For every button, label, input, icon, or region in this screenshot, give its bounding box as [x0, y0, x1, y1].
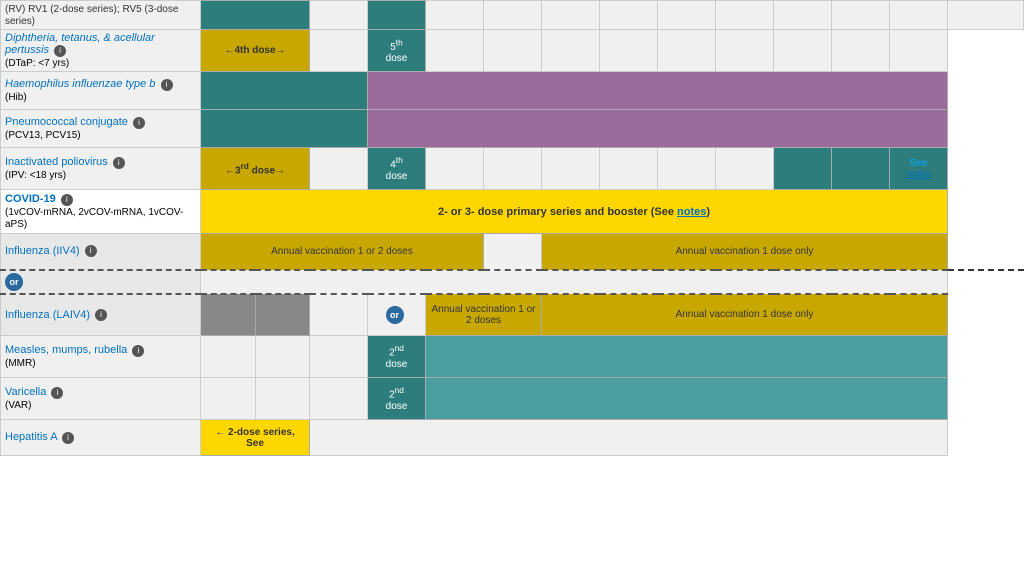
- hib-row: Haemophilus influenzae type b i (Hib): [1, 72, 1024, 110]
- pcv-info[interactable]: i: [133, 117, 145, 129]
- hepa-link[interactable]: Hepatitis A: [5, 431, 57, 443]
- dtap-info[interactable]: i: [54, 45, 66, 57]
- pcv-link[interactable]: Pneumococcal conjugate: [5, 116, 128, 128]
- varicella-sub: (VAR): [5, 400, 31, 411]
- dtap-row: Diphtheria, tetanus, & acellular pertuss…: [1, 30, 1024, 72]
- influenza-iiv4-row: Influenza (IIV4) i Annual vaccination 1 …: [1, 234, 1024, 270]
- dtap-4th-dose: ←4th dose→: [201, 30, 310, 72]
- iiv4-dose-left: Annual vaccination 1 or 2 doses: [201, 234, 484, 270]
- varicella-row: Varicella i (VAR) 2nddose: [1, 378, 1024, 420]
- ipv-row: Inactivated poliovirus i (IPV: <18 yrs) …: [1, 148, 1024, 190]
- covid-notes-link[interactable]: notes: [677, 206, 706, 218]
- or-separator-row: or: [1, 270, 1024, 294]
- hib-sub: (Hib): [5, 92, 27, 103]
- varicella-info[interactable]: i: [51, 387, 63, 399]
- influenza-laiv4-row: Influenza (LAIV4) i or Annual vaccinatio…: [1, 294, 1024, 336]
- laiv4-info[interactable]: i: [95, 309, 107, 321]
- ipv-4th-dose: 4thdose: [368, 148, 426, 190]
- varicella-2nd-dose: 2nddose: [368, 378, 426, 420]
- iiv4-info[interactable]: i: [85, 245, 97, 257]
- rv-row: (RV) RV1 (2-dose series); RV5 (3-dose se…: [1, 1, 1024, 30]
- laiv4-or-badge: or: [386, 306, 404, 324]
- covid-link[interactable]: COVID-19: [5, 193, 56, 205]
- hepa-row: Hepatitis A i ← 2-dose series, See: [1, 420, 1024, 456]
- mmr-link[interactable]: Measles, mumps, rubella: [5, 344, 127, 356]
- mmr-2nd-dose: 2nddose: [368, 336, 426, 378]
- covid-span: 2- or 3- dose primary series and booster…: [201, 190, 948, 234]
- covid-row: COVID-19 i (1vCOV-mRNA, 2vCOV-mRNA, 1vCO…: [1, 190, 1024, 234]
- laiv4-link[interactable]: Influenza (LAIV4): [5, 309, 90, 321]
- rv-label: (RV) RV1 (2-dose series); RV5 (3-dose se…: [5, 4, 178, 27]
- or-badge: or: [5, 273, 23, 291]
- dtap-link[interactable]: Diphtheria, tetanus, & acellular pertuss…: [5, 32, 155, 56]
- iiv4-link[interactable]: Influenza (IIV4): [5, 245, 80, 257]
- ipv-link[interactable]: Inactivated poliovirus: [5, 156, 108, 168]
- varicella-link[interactable]: Varicella: [5, 386, 46, 398]
- laiv4-dose-right: Annual vaccination 1 dose only: [542, 294, 948, 336]
- mmr-row: Measles, mumps, rubella i (MMR) 2nddose: [1, 336, 1024, 378]
- ipv-info[interactable]: i: [113, 157, 125, 169]
- mmr-sub: (MMR): [5, 358, 36, 369]
- hepa-dose-text: ← 2-dose series, See: [201, 420, 310, 456]
- covid-sub: (1vCOV-mRNA, 2vCOV-mRNA, 1vCOV-aPS): [5, 207, 183, 230]
- laiv4-dose-left: Annual vaccination 1 or 2 doses: [426, 294, 542, 336]
- iiv4-dose-right: Annual vaccination 1 dose only: [542, 234, 948, 270]
- ipv-sub: (IPV: <18 yrs): [5, 170, 66, 181]
- covid-info[interactable]: i: [61, 194, 73, 206]
- dtap-sub: (DTaP: <7 yrs): [5, 58, 69, 69]
- pcv-sub: (PCV13, PCV15): [5, 130, 81, 141]
- hib-link[interactable]: Haemophilus influenzae type b: [5, 78, 155, 90]
- mmr-info[interactable]: i: [132, 345, 144, 357]
- hepa-info[interactable]: i: [62, 432, 74, 444]
- dtap-5th-dose: 5thdose: [368, 30, 426, 72]
- ipv-3rd-dose: ←3rd dose→: [201, 148, 310, 190]
- pcv-row: Pneumococcal conjugate i (PCV13, PCV15): [1, 110, 1024, 148]
- hib-info[interactable]: i: [161, 79, 173, 91]
- ipv-see-notes[interactable]: Seenotes: [890, 148, 948, 190]
